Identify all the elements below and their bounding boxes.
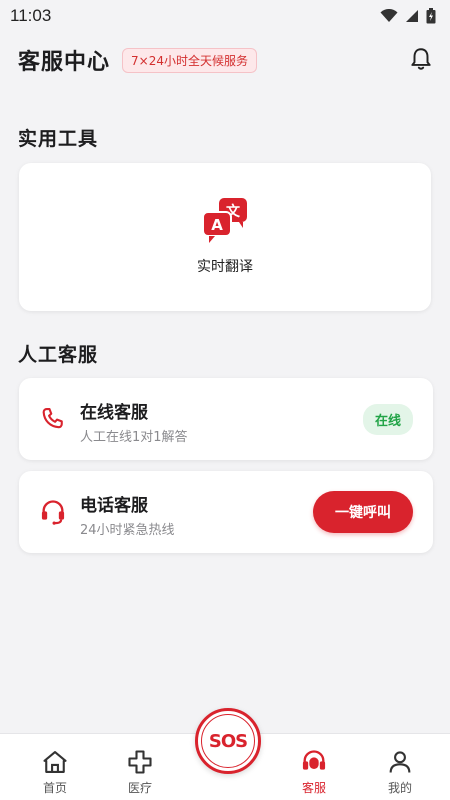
bell-icon[interactable] [408,46,434,72]
human-service-section-title: 人工客服 [18,344,99,366]
nav-label-profile: 我的 [387,781,412,795]
online-service-card[interactable]: 在线客服 人工在线1对1解答 在线 [19,378,433,460]
nav-label-home: 首页 [42,781,67,795]
user-icon [389,751,411,773]
phone-service-subtitle: 24小时紧急热线 [80,523,175,538]
nav-label-service: 客服 [301,781,326,795]
page-title: 客服中心 [18,50,111,75]
status-time: 11:03 [10,6,52,25]
online-service-title: 在线客服 [80,403,148,423]
service-hours-badge: 7×24小时全天候服务 [122,47,257,73]
translate-icon: 文 A [202,198,247,243]
headset-icon [41,500,65,525]
home-icon [43,751,67,773]
medical-cross-icon [128,750,152,774]
wifi-icon [380,9,398,22]
phone-icon [42,408,63,429]
status-bar: 11:03 [0,0,450,32]
signal-icon [406,10,418,22]
nav-item-home[interactable]: 首页 [25,748,85,796]
nav-item-service[interactable]: 客服 [284,748,344,796]
header: 客服中心 7×24小时全天候服务 [0,38,450,82]
translate-tool-card[interactable]: 文 A 实时翻译 [19,163,431,311]
translate-tool-label: 实时翻译 [197,259,253,275]
one-tap-call-button[interactable]: 一键呼叫 [313,491,413,533]
sos-button[interactable]: SOS [195,708,261,774]
svg-text:A: A [211,216,223,234]
nav-item-profile[interactable]: 我的 [370,748,430,796]
battery-icon [426,8,436,24]
phone-service-card[interactable]: 电话客服 24小时紧急热线 一键呼叫 [19,471,433,553]
tools-section-title: 实用工具 [18,128,99,150]
nav-label-medical: 医疗 [127,781,152,795]
nav-item-medical[interactable]: 医疗 [110,748,170,796]
phone-service-title: 电话客服 [80,496,148,516]
status-icons [380,8,436,24]
online-service-subtitle: 人工在线1对1解答 [80,430,188,445]
online-status-badge: 在线 [362,404,413,435]
headset-icon [302,750,326,770]
sos-label: SOS [201,714,255,768]
